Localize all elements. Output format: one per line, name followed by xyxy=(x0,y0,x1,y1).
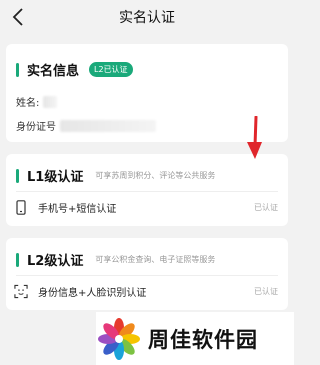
realname-header: 实名信息 L2已认证 xyxy=(16,60,133,79)
l1-status: 已认证 xyxy=(254,202,278,212)
l1-card: L1级认证 可享苏周到积分、评论等公共服务 手机号+短信认证 已认证 xyxy=(6,154,288,226)
watermark: 周佳软件园 xyxy=(96,312,294,365)
name-label: 姓名: xyxy=(16,98,40,109)
l2-method-row[interactable]: 身份信息+人脸识别认证 已认证 xyxy=(14,283,278,299)
accent-bar xyxy=(16,62,19,77)
name-redacted xyxy=(43,95,58,108)
face-scan-icon xyxy=(14,283,28,299)
pinwheel-logo-icon xyxy=(98,317,140,360)
realname-title: 实名信息 xyxy=(27,64,80,79)
name-field: 姓名: xyxy=(16,94,58,109)
l2-method-label: 身份信息+人脸识别认证 xyxy=(38,287,147,299)
phone-icon xyxy=(14,199,28,215)
id-field: 身份证号 xyxy=(16,118,156,133)
l2-title: L2级认证 xyxy=(27,254,84,269)
l1-method-row[interactable]: 手机号+短信认证 已认证 xyxy=(14,199,278,215)
l1-desc: 可享苏周到积分、评论等公共服务 xyxy=(95,171,216,180)
l2-desc: 可享公积金查询、电子证照等服务 xyxy=(95,255,216,264)
status-badge: L2已认证 xyxy=(89,62,133,77)
divider xyxy=(16,275,278,276)
id-redacted xyxy=(60,119,156,132)
l1-header: L1级认证 可享苏周到积分、评论等公共服务 xyxy=(16,166,215,185)
l2-header: L2级认证 可享公积金查询、电子证照等服务 xyxy=(16,250,215,269)
nav-bar: 实名认证 xyxy=(0,0,294,34)
accent-bar xyxy=(16,252,19,267)
arrow-down-icon xyxy=(247,116,262,159)
page-title: 实名认证 xyxy=(119,10,175,26)
l2-status: 已认证 xyxy=(254,286,278,296)
id-label: 身份证号 xyxy=(16,122,56,133)
watermark-text: 周佳软件园 xyxy=(148,327,258,352)
divider xyxy=(16,191,278,192)
l2-card: L2级认证 可享公积金查询、电子证照等服务 身份信息+人脸识别认证 已认证 xyxy=(6,238,288,310)
l1-method-label: 手机号+短信认证 xyxy=(38,203,117,215)
l1-title: L1级认证 xyxy=(27,170,84,185)
accent-bar xyxy=(16,168,19,183)
